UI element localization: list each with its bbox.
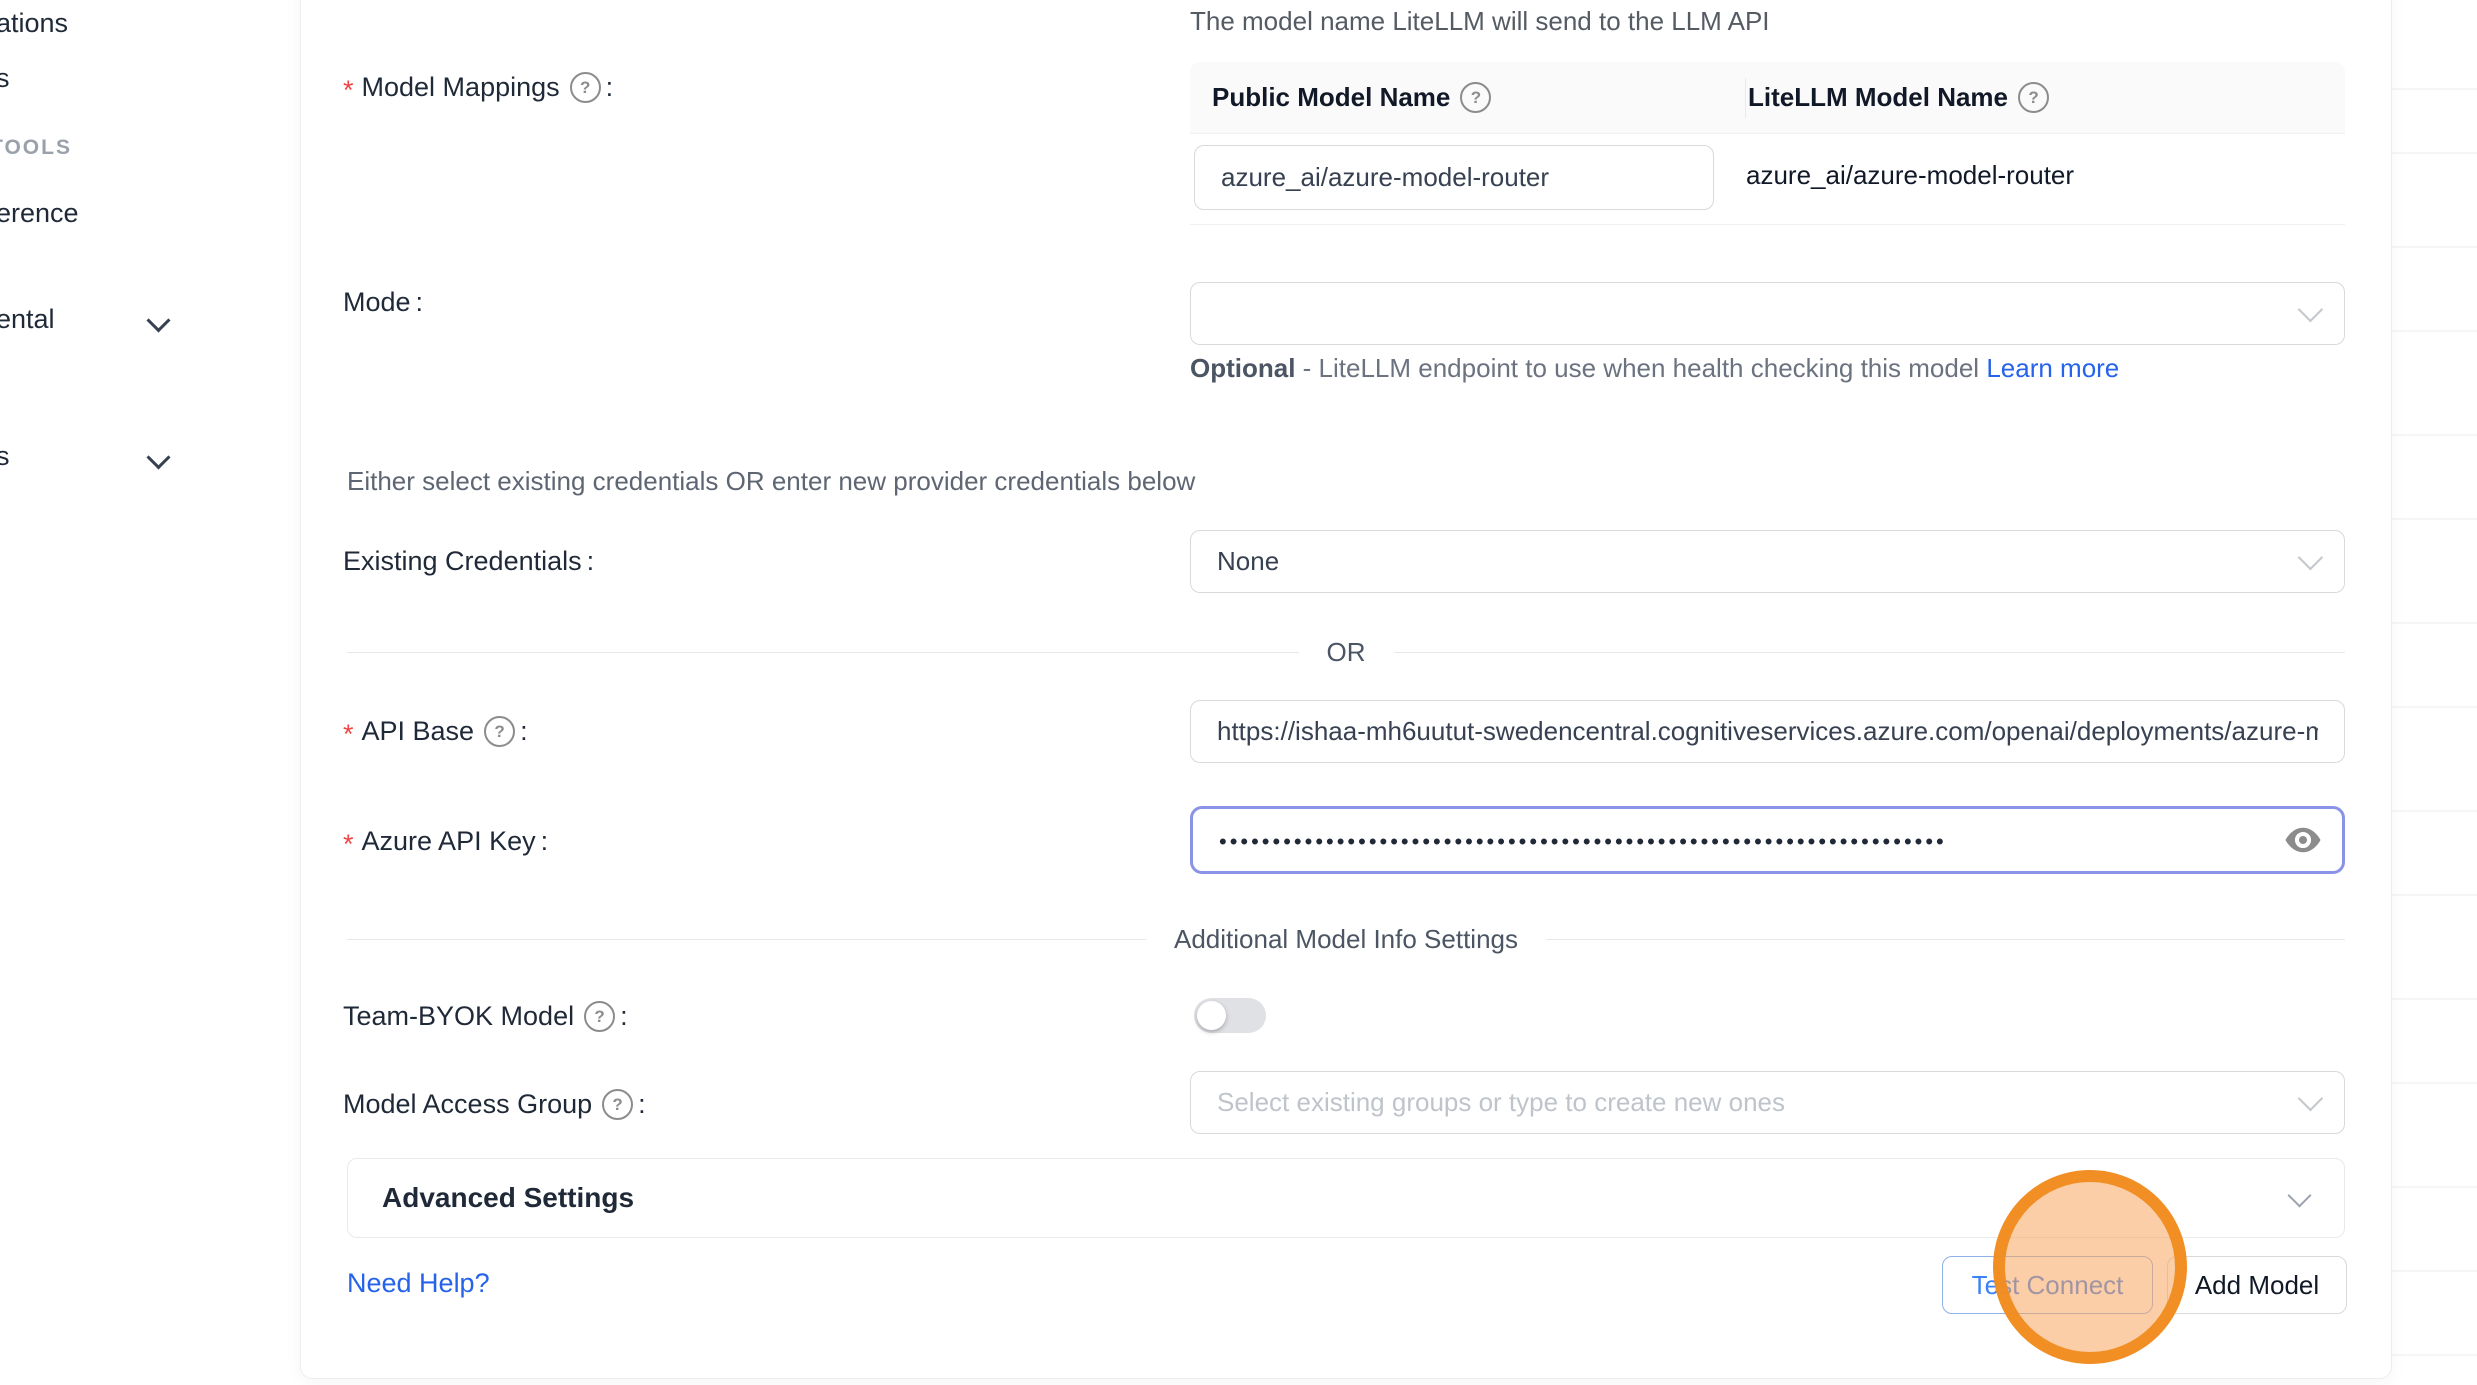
learn-more-link[interactable]: Learn more (1986, 353, 2119, 383)
required-asterisk: * (343, 829, 354, 860)
masked-api-key: ••••••••••••••••••••••••••••••••••••••••… (1219, 829, 1947, 855)
advanced-settings-title: Advanced Settings (382, 1182, 634, 1214)
api-base-label: * API Base ? : (343, 716, 528, 747)
litellm-model-name-value: azure_ai/azure-model-router (1746, 160, 2074, 191)
api-base-input[interactable] (1190, 700, 2345, 763)
model-name-hint: The model name LiteLLM will send to the … (1190, 6, 1770, 37)
model-mappings-label: * Model Mappings ? : (343, 72, 613, 103)
sidebar-item-s1[interactable]: s (0, 63, 10, 94)
column-separator (1745, 78, 1746, 118)
add-model-button[interactable]: Add Model (2167, 1256, 2347, 1314)
test-connect-button[interactable]: Test Connect (1942, 1256, 2153, 1314)
additional-settings-divider: Additional Model Info Settings (347, 924, 2345, 955)
chevron-down-icon (2298, 544, 2323, 569)
add-model-page: ations s TOOLS erence ental s The model … (0, 0, 2477, 1385)
sidebar-item-erence[interactable]: erence (0, 198, 79, 229)
azure-api-key-input[interactable]: ••••••••••••••••••••••••••••••••••••••••… (1190, 806, 2345, 874)
sidebar-item-ental[interactable]: ental (0, 304, 55, 335)
help-icon[interactable]: ? (602, 1089, 633, 1120)
api-base-input-field[interactable] (1217, 716, 2318, 747)
chevron-down-icon (2287, 1183, 2311, 1207)
table-row-border (1190, 224, 2345, 225)
help-icon[interactable]: ? (484, 716, 515, 747)
chevron-down-icon[interactable] (146, 308, 170, 332)
credentials-note: Either select existing credentials OR en… (347, 466, 1195, 497)
public-model-name-input[interactable] (1194, 145, 1714, 210)
help-icon[interactable]: ? (1460, 82, 1491, 113)
help-icon[interactable]: ? (584, 1001, 615, 1032)
column-header-litellm-model-name: LiteLLM Model Name ? (1748, 62, 2049, 133)
chevron-down-icon[interactable] (146, 445, 170, 469)
chevron-down-icon (2298, 296, 2323, 321)
need-help-link[interactable]: Need Help? (347, 1268, 490, 1299)
mode-helper-text: Optional - LiteLLM endpoint to use when … (1190, 348, 2220, 389)
help-icon[interactable]: ? (2018, 82, 2049, 113)
model-mappings-table-header: Public Model Name ? LiteLLM Model Name ? (1190, 62, 2345, 134)
model-access-group-label: Model Access Group ? : (343, 1089, 646, 1120)
public-model-name-input-field[interactable] (1221, 162, 1687, 193)
required-asterisk: * (343, 75, 354, 106)
toggle-knob (1197, 1001, 1226, 1030)
team-byok-toggle[interactable] (1194, 998, 1266, 1033)
azure-api-key-label: * Azure API Key : (343, 826, 548, 857)
chevron-down-icon (2298, 1085, 2323, 1110)
help-icon[interactable]: ? (570, 72, 601, 103)
model-access-group-placeholder: Select existing groups or type to create… (1217, 1087, 1785, 1118)
existing-credentials-select[interactable]: None (1190, 530, 2345, 593)
mode-select[interactable] (1190, 282, 2345, 345)
sidebar-section-tools: TOOLS (0, 136, 72, 160)
advanced-settings-panel[interactable]: Advanced Settings (347, 1158, 2345, 1238)
existing-credentials-label: Existing Credentials : (343, 546, 594, 577)
model-access-group-select[interactable]: Select existing groups or type to create… (1190, 1071, 2345, 1134)
sidebar-item-ations[interactable]: ations (0, 8, 68, 39)
team-byok-label: Team-BYOK Model ? : (343, 1001, 628, 1032)
sidebar-item-s2[interactable]: s (0, 441, 10, 472)
mode-label: Mode : (343, 287, 423, 318)
column-header-public-model-name: Public Model Name ? (1212, 62, 1491, 133)
required-asterisk: * (343, 719, 354, 750)
or-divider: OR (347, 637, 2345, 668)
eye-icon[interactable] (2282, 819, 2324, 861)
